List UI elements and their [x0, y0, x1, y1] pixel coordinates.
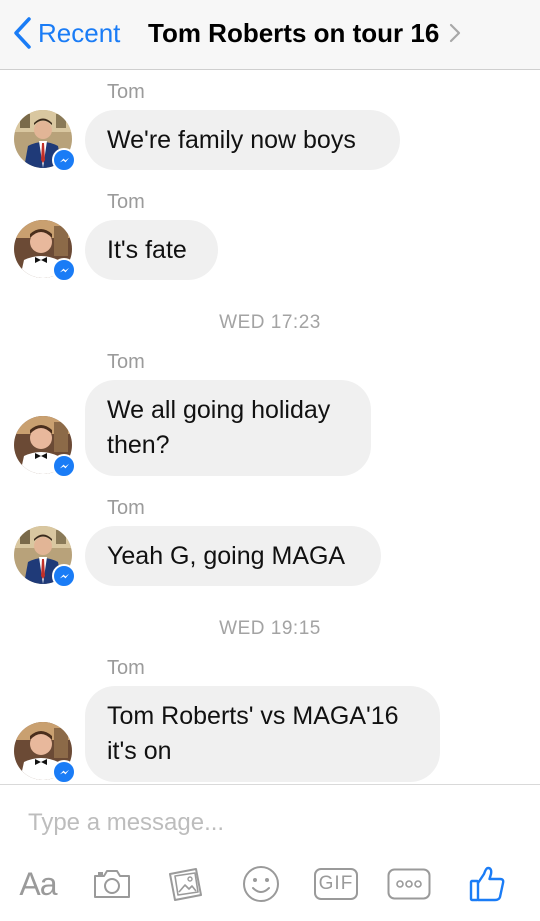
composer-toolbar: Aa GIF	[0, 859, 540, 909]
avatar[interactable]	[14, 110, 76, 172]
chevron-left-icon	[14, 17, 31, 49]
messenger-icon	[59, 267, 69, 272]
emoji-button[interactable]	[237, 859, 285, 909]
message-bubble[interactable]: It's fate	[85, 220, 218, 280]
gallery-icon	[169, 868, 202, 901]
message-text: We all going holiday then?	[107, 396, 331, 459]
avatar[interactable]	[14, 416, 76, 478]
timestamp: WED 19:15	[219, 618, 321, 639]
messenger-badge	[52, 258, 76, 282]
message-text: We're family now boys	[107, 125, 356, 154]
smiley-icon	[243, 866, 279, 902]
more-button[interactable]	[384, 859, 434, 909]
message-thread[interactable]: Tom We're family now boys Tom It's fate …	[0, 71, 540, 784]
camera-button[interactable]	[88, 859, 136, 909]
text-format-button[interactable]: Aa	[12, 859, 64, 909]
message-bubble[interactable]: We're family now boys	[85, 110, 400, 170]
sender-name: Tom	[107, 497, 145, 519]
messenger-badge	[52, 148, 76, 172]
message-bubble[interactable]: We all going holiday then?	[85, 380, 371, 476]
thumbs-up-icon	[469, 866, 505, 902]
sender-name: Tom	[107, 351, 145, 373]
messenger-badge	[52, 760, 76, 784]
message-text: Tom Roberts' vs MAGA'16 it's on	[107, 702, 399, 765]
message-bubble[interactable]: Tom Roberts' vs MAGA'16 it's on	[85, 686, 440, 782]
gallery-button[interactable]	[162, 859, 210, 909]
like-button[interactable]	[462, 859, 512, 909]
messenger-icon	[59, 463, 69, 468]
back-button[interactable]: Recent	[12, 13, 120, 53]
timestamp: WED 17:23	[219, 312, 321, 333]
avatar[interactable]	[14, 526, 76, 588]
text-format-label: Aa	[19, 865, 57, 902]
avatar[interactable]	[14, 722, 76, 784]
avatar[interactable]	[14, 220, 76, 282]
messenger-badge	[52, 564, 76, 588]
message-text: It's fate	[107, 235, 187, 264]
gif-frame: GIF	[314, 868, 358, 900]
messenger-badge	[52, 454, 76, 478]
chevron-right-icon	[450, 23, 461, 43]
message-bubble[interactable]: Yeah G, going MAGA	[85, 526, 381, 586]
camera-icon	[94, 870, 130, 898]
messenger-icon	[59, 573, 69, 578]
more-icon	[387, 868, 431, 900]
navigation-bar: Recent Tom Roberts on tour 16	[0, 0, 540, 70]
conversation-title-button[interactable]: Tom Roberts on tour 16	[148, 13, 461, 53]
sender-name: Tom	[107, 191, 145, 213]
gif-label: GIF	[318, 873, 354, 894]
messenger-icon	[59, 769, 69, 774]
gif-button[interactable]: GIF	[311, 859, 361, 909]
sender-name: Tom	[107, 81, 145, 103]
back-label: Recent	[38, 18, 121, 48]
sender-name: Tom	[107, 657, 145, 679]
messenger-icon	[59, 157, 69, 162]
conversation-title: Tom Roberts on tour 16	[148, 18, 440, 48]
composer: Aa	[0, 784, 540, 921]
message-input[interactable]	[28, 803, 508, 843]
message-text: Yeah G, going MAGA	[107, 541, 346, 570]
